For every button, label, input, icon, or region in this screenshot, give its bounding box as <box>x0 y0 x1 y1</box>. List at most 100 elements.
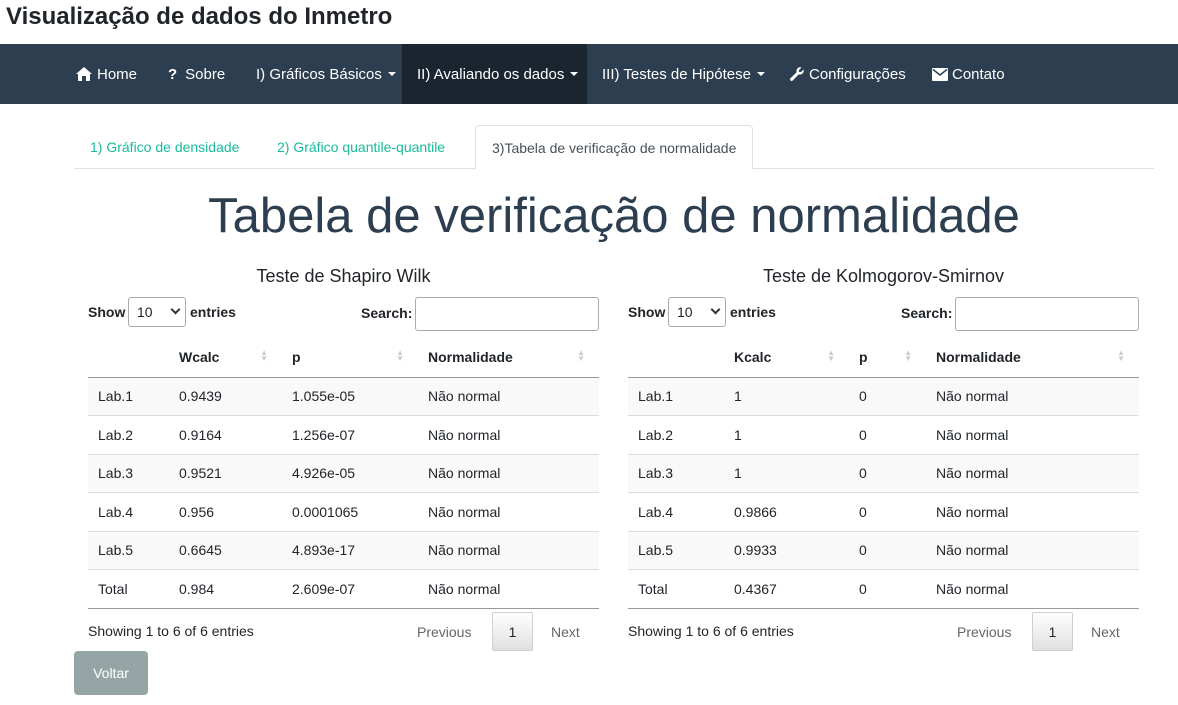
pagination-page-1[interactable]: 1 <box>492 612 533 651</box>
table-cell: Lab.1 <box>628 376 724 416</box>
nav-avaliando-dados[interactable]: II) Avaliando os dados <box>402 44 587 104</box>
search-label: Search: <box>901 305 953 321</box>
nav-home-label: Home <box>97 65 138 83</box>
table-cell: Lab.4 <box>628 492 724 531</box>
navbar: Home ? Sobre I) Gráficos Básicos II) Ava… <box>0 44 1178 104</box>
nav-avaliando-dados-label: II) Avaliando os dados <box>417 65 565 83</box>
pagination-previous[interactable]: Previous <box>957 621 1011 643</box>
length-select[interactable]: 10 <box>128 297 186 327</box>
length-show-label: Show <box>88 304 126 320</box>
length-select[interactable]: 10 <box>668 297 726 327</box>
table-cell: Lab.3 <box>628 453 724 493</box>
table-cell: 0.0001065 <box>282 492 418 531</box>
nav-sobre-label: Sobre <box>185 65 226 83</box>
column-header-p[interactable]: p ▲ ▼ <box>282 337 418 378</box>
back-button[interactable]: Voltar <box>74 651 148 695</box>
table-cell: Não normal <box>926 569 1139 609</box>
sort-icon: ▲ ▼ <box>260 348 268 363</box>
column-header[interactable] <box>628 337 724 378</box>
table-row: Lab.1 0.9439 1.055e-05 Não normal <box>88 376 599 416</box>
column-header-label: p <box>292 348 301 365</box>
nav-sobre[interactable]: ? Sobre <box>153 44 240 104</box>
table-cell: 1 <box>724 453 849 493</box>
nav-contato[interactable]: Contato <box>917 44 1020 104</box>
table-row: Lab.3 0.9521 4.926e-05 Não normal <box>88 453 599 493</box>
column-header-label: Wcalc <box>179 348 220 365</box>
table-cell: Lab.3 <box>88 453 169 493</box>
length-entries-label: entries <box>730 304 776 320</box>
column-header-normalidade[interactable]: Normalidade ▲ ▼ <box>418 337 599 378</box>
nav-testes-hipotese-label: III) Testes de Hipótese <box>602 65 751 83</box>
envelope-icon <box>932 67 948 81</box>
table-row: Lab.4 0.9866 0 Não normal <box>628 492 1139 531</box>
table-row: Lab.5 0.9933 0 Não normal <box>628 530 1139 570</box>
length-select-value: 10 <box>137 304 153 320</box>
pagination-page-1[interactable]: 1 <box>1032 612 1073 651</box>
table-row: Lab.1 1 0 Não normal <box>628 376 1139 416</box>
table-cell: 0 <box>849 376 926 416</box>
table-cell: Não normal <box>418 415 599 454</box>
shapiro-wilk-table: Wcalc ▲ ▼ p ▲ ▼ Normalidade ▲ ▼ Lab.1 0.9439 1.0… <box>88 337 599 609</box>
column-header-p[interactable]: p ▲ ▼ <box>849 337 926 378</box>
pagination-next[interactable]: Next <box>551 621 580 643</box>
table-cell: 0 <box>849 415 926 454</box>
nav-configuracoes[interactable]: Configurações <box>774 44 921 104</box>
nav-graficos-basicos-label: I) Gráficos Básicos <box>256 65 382 83</box>
table-row: Lab.5 0.6645 4.893e-17 Não normal <box>88 530 599 570</box>
table-cell: Não normal <box>926 376 1139 416</box>
column-header-kcalc[interactable]: Kcalc ▲ ▼ <box>724 337 849 378</box>
table-row: Total 0.4367 0 Não normal <box>628 569 1139 609</box>
nav-home[interactable]: Home <box>60 44 152 104</box>
sort-icon: ▲ ▼ <box>577 348 585 363</box>
nav-testes-hipotese[interactable]: III) Testes de Hipótese <box>587 44 780 104</box>
sort-icon: ▲ ▼ <box>396 348 404 363</box>
table-cell: Não normal <box>926 453 1139 493</box>
nav-graficos-basicos[interactable]: I) Gráficos Básicos <box>241 44 411 104</box>
tab-tabela-normalidade[interactable]: 3)Tabela de verificação de normalidade <box>475 125 754 170</box>
table-row: Lab.2 1 0 Não normal <box>628 415 1139 454</box>
sort-icon: ▲ ▼ <box>827 348 835 363</box>
chevron-down-icon <box>570 72 579 76</box>
table-cell: 0.984 <box>169 569 282 609</box>
column-header-label: Normalidade <box>428 348 513 365</box>
table-cell: Não normal <box>926 415 1139 454</box>
search-label: Search: <box>361 305 413 321</box>
pagination-next[interactable]: Next <box>1091 621 1120 643</box>
table-cell: 1 <box>724 415 849 454</box>
tab-bar: 1) Gráfico de densidade 2) Gráfico quant… <box>74 125 1154 170</box>
table-cell: Não normal <box>418 530 599 570</box>
nav-configuracoes-label: Configurações <box>809 65 906 83</box>
table-cell: Lab.1 <box>88 376 169 416</box>
table-row: Lab.3 1 0 Não normal <box>628 453 1139 493</box>
table-cell: Não normal <box>418 492 599 531</box>
wrench-icon <box>789 66 805 82</box>
column-header-wcalc[interactable]: Wcalc ▲ ▼ <box>169 337 282 378</box>
table-cell: Não normal <box>926 530 1139 570</box>
table-cell: 0.4367 <box>724 569 849 609</box>
table-cell: Total <box>628 569 724 609</box>
table-cell: 0.9521 <box>169 453 282 493</box>
search-input[interactable] <box>955 297 1139 331</box>
table-cell: 1.055e-05 <box>282 376 418 416</box>
kolmogorov-smirnov-table: Kcalc ▲ ▼ p ▲ ▼ Normalidade ▲ ▼ Lab.1 1 0 Não nor… <box>628 337 1139 609</box>
shapiro-wilk-title: Teste de Shapiro Wilk <box>256 266 431 286</box>
table-info: Showing 1 to 6 of 6 entries <box>88 623 254 639</box>
table-cell: 0.9933 <box>724 530 849 570</box>
column-header-label: p <box>859 348 868 365</box>
table-row: Total 0.984 2.609e-07 Não normal <box>88 569 599 609</box>
length-select-value: 10 <box>677 304 693 320</box>
column-header-label: Normalidade <box>936 348 1021 365</box>
table-cell: Total <box>88 569 169 609</box>
home-icon <box>75 66 93 82</box>
chevron-down-icon <box>170 304 181 315</box>
table-cell: Não normal <box>926 492 1139 531</box>
column-header-normalidade[interactable]: Normalidade ▲ ▼ <box>926 337 1139 378</box>
table-cell: Não normal <box>418 569 599 609</box>
column-header[interactable] <box>88 337 169 378</box>
tab-grafico-qq[interactable]: 2) Gráfico quantile-quantile <box>261 125 461 169</box>
search-input[interactable] <box>415 297 599 331</box>
table-cell: 0 <box>849 492 926 531</box>
pagination-previous[interactable]: Previous <box>417 621 471 643</box>
tab-grafico-densidade[interactable]: 1) Gráfico de densidade <box>74 125 255 169</box>
table-cell: Não normal <box>418 376 599 416</box>
